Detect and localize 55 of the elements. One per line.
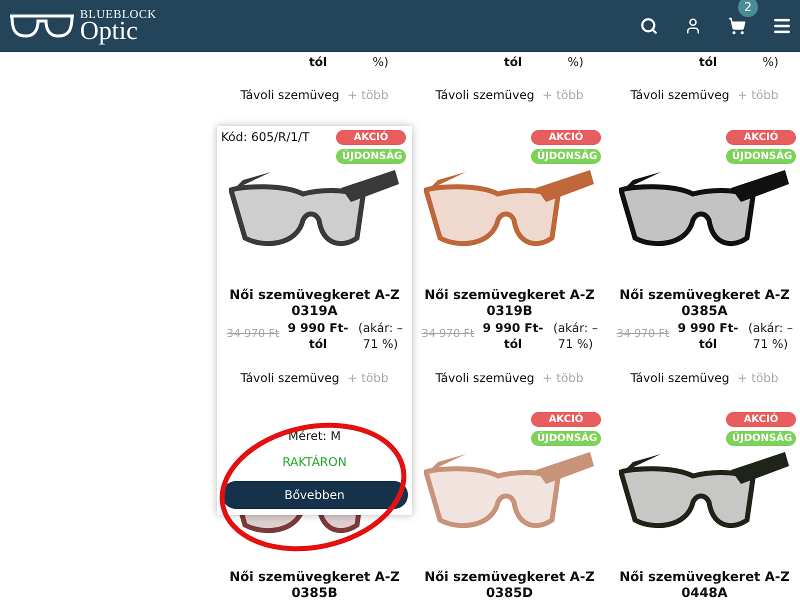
stock-status: RAKTÁRON	[282, 454, 347, 470]
product-model: 0385D	[485, 586, 534, 600]
product-badge: AKCIÓ	[726, 130, 796, 145]
category-text: Távoli szemüveg	[630, 370, 730, 386]
discount-text: %)	[761, 54, 780, 70]
product-badge: ÚJDONSÁG	[726, 149, 796, 164]
discount-text: (akár: –71 %)	[552, 320, 599, 352]
product-model: 0448A	[680, 586, 729, 600]
product-model: 0385B	[290, 586, 339, 600]
product-title[interactable]: Női szemüvegkeret A-Z	[613, 570, 796, 586]
product-title[interactable]: Női szemüvegkeret A-Z	[613, 288, 796, 304]
product-badge: AKCIÓ	[336, 130, 406, 145]
discount-text: (akár: –71 %)	[357, 320, 404, 352]
product-badge: ÚJDONSÁG	[336, 149, 406, 164]
product-badge: AKCIÓ	[726, 412, 796, 427]
cart-count-badge: 2	[738, 0, 758, 17]
price: 9 990 Ft-tól	[676, 320, 740, 352]
category-text: Távoli szemüveg	[435, 370, 534, 386]
product-model: 0385A	[680, 304, 729, 320]
old-price: 34 970 Ft	[226, 326, 280, 342]
product-title[interactable]: Női szemüvegkeret A-Z	[223, 288, 406, 304]
old-price: 34 970 Ft	[616, 326, 670, 342]
product-badge: AKCIÓ	[531, 412, 601, 427]
menu-icon[interactable]	[772, 16, 792, 36]
logo-text: BLUEBLOCK	[80, 8, 156, 20]
price: tól	[698, 54, 718, 70]
price: 9 990 Ft-tól	[482, 320, 544, 352]
product-model: 0319B	[485, 304, 534, 320]
user-icon[interactable]	[684, 17, 702, 35]
product-model: 0319A	[290, 304, 339, 320]
price: 9 990 Ft-tól	[286, 320, 350, 352]
price: tól	[308, 54, 328, 70]
product-title[interactable]: Női szemüvegkeret A-Z	[418, 288, 601, 304]
size-text: Méret: M	[288, 428, 341, 444]
old-price: 34 970 Ft	[420, 326, 476, 342]
product-title[interactable]: Női szemüvegkeret A-Z	[223, 570, 406, 586]
category-text: Távoli szemüveg	[630, 87, 730, 103]
product-badge: AKCIÓ	[531, 130, 601, 145]
price: tól	[502, 54, 524, 70]
logo-text: Optic	[80, 18, 138, 44]
glasses-logo-icon	[8, 13, 76, 39]
category-text: Távoli szemüveg	[240, 370, 340, 386]
product-badge: ÚJDONSÁG	[531, 149, 601, 164]
product-code: Kód: 605/R/1/T	[221, 130, 310, 144]
product-badge: ÚJDONSÁG	[531, 431, 601, 446]
discount-text: (akár: –71 %)	[747, 320, 794, 352]
category-text: Távoli szemüveg	[435, 87, 534, 103]
details-button[interactable]: Bővebben	[222, 481, 408, 509]
product-badge: ÚJDONSÁG	[726, 431, 796, 446]
cart-icon[interactable]	[728, 17, 746, 35]
product-title[interactable]: Női szemüvegkeret A-Z	[418, 570, 601, 586]
discount-text: %)	[566, 54, 585, 70]
discount-text: %)	[371, 54, 390, 70]
search-icon[interactable]	[640, 17, 658, 35]
category-text: Távoli szemüveg	[240, 87, 340, 103]
